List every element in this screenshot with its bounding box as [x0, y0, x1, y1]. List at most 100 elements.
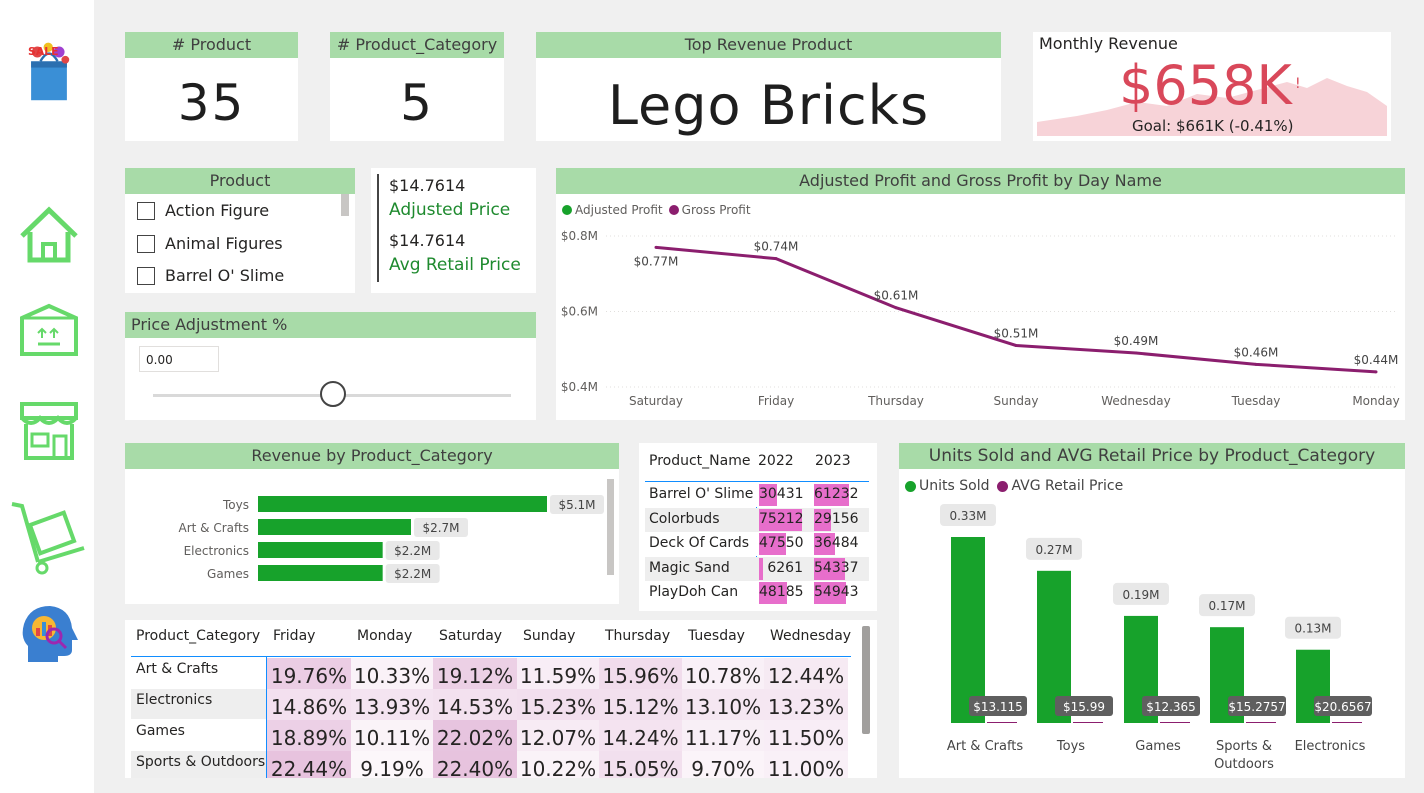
matrix-header[interactable]: Tuesday [688, 628, 745, 644]
category-count-value: 5 [400, 74, 434, 132]
matrix-scrollbar[interactable] [862, 626, 870, 734]
gross-profit-point [654, 245, 658, 249]
box-icon[interactable] [14, 298, 84, 368]
matrix-cell: 13.93% [351, 689, 433, 720]
profit-x-tick: Saturday [629, 394, 683, 408]
units-x-tick: Outdoors [1214, 757, 1274, 772]
matrix-cell: 18.89% [267, 720, 351, 751]
table-row[interactable]: Magic Sand 6261 54337 [645, 556, 869, 581]
matrix-row-header[interactable]: Art & Crafts [131, 658, 266, 688]
matrix-cell: 10.78% [682, 658, 764, 689]
matrix-header[interactable]: Wednesday [770, 628, 851, 644]
slicer-scrollbar[interactable] [341, 194, 349, 216]
product-name-cell: Deck Of Cards [649, 535, 750, 551]
price-adjust-card: Price Adjustment % 0.00 [125, 312, 536, 420]
monthly-revenue-title: Monthly Revenue [1039, 34, 1178, 53]
matrix-header[interactable]: Monday [357, 628, 412, 644]
slicer-item-label: Action Figure [165, 201, 270, 220]
year-value-cell: 75212 [759, 510, 804, 527]
matrix-cell: 22.44% [267, 751, 351, 778]
product-slicer-title: Product [125, 168, 355, 194]
units-x-tick: Toys [1056, 739, 1085, 754]
gross-profit-label: $0.46M [1234, 345, 1279, 359]
profit-x-tick: Friday [758, 394, 794, 408]
matrix-header[interactable]: Thursday [605, 628, 670, 644]
slicer-item[interactable]: Barrel O' Slime [137, 266, 284, 285]
matrix-cell: 15.05% [599, 751, 682, 778]
matrix-header[interactable]: Product_Category [136, 628, 260, 644]
hand-truck-icon[interactable] [8, 498, 88, 578]
matrix-cell: 13.10% [682, 689, 764, 720]
monthly-revenue-alert: ! [1295, 76, 1301, 92]
checkbox[interactable] [137, 201, 155, 220]
matrix-cell: 9.19% [351, 751, 433, 778]
gross-profit-point [1014, 343, 1018, 347]
price-adjust-input[interactable]: 0.00 [139, 346, 219, 372]
gross-profit-label: $0.74M [754, 240, 799, 254]
matrix-header[interactable]: Saturday [439, 628, 502, 644]
revenue-category-label: Games [207, 567, 249, 581]
top-product-value: Lego Bricks [607, 74, 930, 137]
sale-bag-icon[interactable]: SALE [14, 38, 84, 108]
product-count-value: 35 [177, 74, 246, 132]
gross-profit-label: $0.51M [994, 326, 1039, 340]
matrix-row-header[interactable]: Sports & Outdoors [131, 751, 266, 778]
price-value-label: $13.115 [973, 700, 1023, 714]
avg-price-value: $14.7614 [389, 231, 466, 250]
table-row[interactable]: Barrel O' Slime 30431 61232 [645, 483, 869, 507]
matrix-cell: 11.17% [682, 720, 764, 751]
units-value-label: 0.27M [1035, 543, 1072, 557]
table-row[interactable]: Deck Of Cards 47550 36484 [645, 532, 869, 556]
matrix-cell: 14.24% [599, 720, 682, 751]
matrix-cell: 11.50% [764, 720, 848, 751]
price-adjust-slider-handle[interactable] [320, 381, 346, 407]
matrix-row-header[interactable]: Games [131, 720, 266, 750]
slicer-item[interactable]: Action Figure [137, 201, 269, 220]
matrix-cell: 15.12% [599, 689, 682, 720]
matrix-cell: 12.07% [517, 720, 599, 751]
matrix-cell: 14.53% [433, 689, 517, 720]
matrix-header[interactable]: Friday [273, 628, 315, 644]
price-bar [1332, 722, 1362, 723]
matrix-cell: 22.40% [433, 751, 517, 778]
profit-y-tick: $0.6M [561, 305, 598, 319]
gross-profit-point [1134, 351, 1138, 355]
gross-profit-point [1254, 362, 1258, 366]
matrix-cell: 11.59% [517, 658, 599, 689]
checkbox[interactable] [137, 234, 155, 253]
price-value-label: $20.6567 [1314, 700, 1371, 714]
units-chart-card: Units Sold and AVG Retail Price by Produ… [899, 443, 1405, 778]
table-row[interactable]: Colorbuds 75212 29156 [645, 507, 869, 532]
profit-y-tick: $0.4M [561, 380, 598, 394]
revenue-bar [258, 542, 383, 558]
slicer-item[interactable]: Animal Figures [137, 234, 283, 253]
store-icon[interactable] [14, 396, 84, 466]
table-row[interactable]: PlayDoh Can 48185 54943 [645, 581, 869, 605]
head-analytics-icon[interactable] [14, 600, 84, 670]
table-header-2022: 2022 [758, 453, 794, 469]
revenue-chart-scrollbar[interactable] [607, 479, 614, 575]
checkbox[interactable] [137, 266, 155, 285]
home-icon[interactable] [14, 200, 84, 270]
profit-x-tick: Thursday [867, 394, 924, 408]
gross-profit-label: $0.49M [1114, 334, 1159, 348]
matrix-header[interactable]: Sunday [523, 628, 575, 644]
price-bar [1160, 722, 1190, 723]
year-value-cell: 6261 [767, 559, 803, 576]
revenue-bar [258, 565, 383, 581]
revenue-value-label: $2.2M [394, 544, 431, 558]
matrix-row-header[interactable]: Electronics [131, 689, 266, 719]
year-value-cell: 47550 [759, 535, 804, 551]
matrix-cell: 19.76% [267, 658, 351, 689]
year-value-cell: 54337 [814, 559, 859, 576]
monthly-revenue-goal: Goal: $661K (-0.41%) [1132, 117, 1294, 135]
product-count-card: # Product 35 [125, 32, 298, 141]
gross-profit-label: $0.44M [1354, 353, 1399, 367]
category-count-title: # Product_Category [330, 32, 504, 58]
gross-profit-label: $0.77M [634, 254, 679, 268]
profit-chart-card: Adjusted Profit and Gross Profit by Day … [556, 168, 1405, 420]
table-header-rule [645, 481, 869, 482]
matrix-cell: 22.02% [433, 720, 517, 751]
profit-x-tick: Wednesday [1101, 394, 1170, 408]
revenue-category-label: Toys [222, 498, 249, 512]
